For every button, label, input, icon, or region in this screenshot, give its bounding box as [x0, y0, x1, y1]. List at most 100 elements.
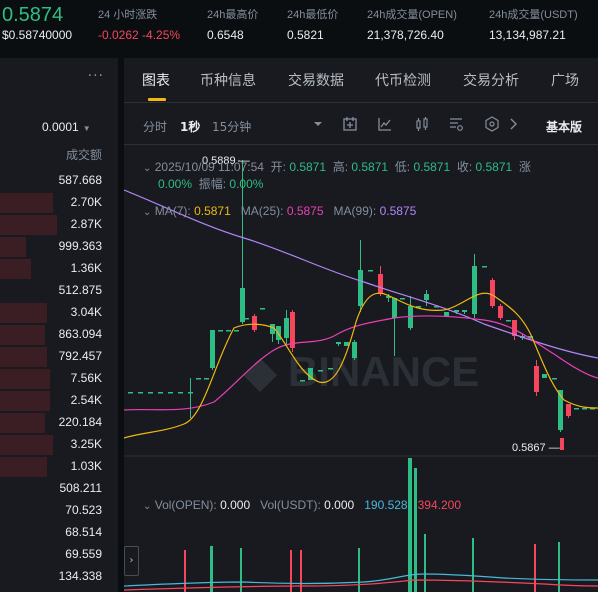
- orderbook-amount: 2.70K: [70, 195, 102, 209]
- orderbook-amount: 2.87K: [70, 217, 102, 231]
- ellipsis-icon[interactable]: ···: [88, 68, 104, 84]
- ma-legend: ⌄ MA(7): 0.5871 MA(25): 0.5875 MA(99): 0…: [143, 204, 416, 218]
- ma99-label: MA(99):: [333, 204, 377, 218]
- chart-panel: 图表 币种信息 交易数据 代币检测 交易分析 广场 分时 1秒 15分钟 基本版…: [124, 58, 598, 592]
- stat-label-low: 24h最低价: [287, 9, 339, 21]
- amplitude-value: 0.00%: [229, 177, 264, 191]
- volume-bar: [210, 546, 213, 592]
- candle-body: [210, 330, 215, 368]
- settings-icon[interactable]: [448, 116, 464, 132]
- ohlc-row-1: ⌄ 2025/10/09 11:07:54 开: 0.5871 高: 0.587…: [143, 158, 531, 175]
- volume-legend: ⌄ Vol(OPEN): 0.000 Vol(USDT): 0.000 190.…: [143, 498, 461, 512]
- interval-15m[interactable]: 15分钟: [212, 118, 251, 135]
- orderbook-amount: 508.211: [59, 481, 103, 495]
- tab-coin-info[interactable]: 币种信息: [200, 70, 256, 90]
- candle-body: [252, 316, 257, 330]
- depth-icon[interactable]: [484, 116, 500, 132]
- orderbook-row[interactable]: 3.04K: [0, 302, 118, 324]
- collapse-icon[interactable]: ⌄: [143, 207, 151, 218]
- candle-body: [424, 294, 429, 300]
- candle-body: [472, 266, 477, 314]
- orderbook-amount: 999.363: [58, 239, 102, 253]
- orderbook-row[interactable]: 2.54K: [0, 390, 118, 412]
- orderbook-amount: 220.184: [58, 415, 102, 429]
- orderbook-row[interactable]: 587.668: [0, 170, 118, 192]
- collapse-icon[interactable]: ⌄: [143, 501, 151, 512]
- collapse-icon[interactable]: ⌄: [143, 163, 151, 174]
- indicator-icon[interactable]: [342, 116, 358, 132]
- orderbook-row[interactable]: 134.338: [0, 566, 118, 588]
- orderbook-row[interactable]: 3.25K: [0, 434, 118, 456]
- high-label: 高:: [332, 160, 349, 174]
- orderbook-amount: 1.03K: [70, 459, 102, 473]
- orderbook-row[interactable]: 2.87K: [0, 214, 118, 236]
- orderbook-row[interactable]: 512.875: [0, 280, 118, 302]
- volume-bar: [414, 468, 417, 592]
- ma99-value: 0.5875: [379, 204, 417, 218]
- orderbook-row[interactable]: 999.363: [0, 236, 118, 258]
- vol-ma-1-value: 190.528: [364, 498, 408, 512]
- orderbook-row[interactable]: 2.70K: [0, 192, 118, 214]
- candle-body: [148, 392, 153, 394]
- candle-body: [560, 438, 564, 450]
- candle-body: [284, 318, 289, 338]
- candle-body: [260, 308, 265, 310]
- orderbook-row[interactable]: 792.457: [0, 346, 118, 368]
- close-label: 收:: [456, 160, 473, 174]
- ma7-label: MA(7):: [154, 204, 191, 218]
- tab-chart[interactable]: 图表: [142, 70, 170, 90]
- depth-bar: [0, 215, 57, 235]
- vol-usdt-label: Vol(USDT):: [260, 498, 321, 512]
- chart-tabs: 图表 币种信息 交易数据 代币检测 交易分析 广场: [124, 58, 598, 102]
- stat-label-volume-usdt: 24h成交量(USDT): [489, 9, 578, 21]
- interval-dropdown-icon[interactable]: [310, 116, 326, 132]
- orderbook-amount: 69.559: [65, 547, 102, 561]
- interval-1s[interactable]: 1秒: [180, 118, 200, 135]
- tab-trade-analysis[interactable]: 交易分析: [463, 70, 519, 90]
- orderbook-row[interactable]: 1.03K: [0, 456, 118, 478]
- orderbook-row[interactable]: 68.514: [0, 522, 118, 544]
- candle-body: [392, 298, 397, 318]
- candle-body: [178, 392, 183, 394]
- drawing-icon[interactable]: [377, 116, 393, 132]
- tab-square[interactable]: 广场: [551, 70, 579, 90]
- view-mode-basic[interactable]: 基本版: [546, 118, 582, 135]
- chart-scroll-left-button[interactable]: ›: [124, 546, 139, 576]
- orderbook-row[interactable]: 863.094: [0, 324, 118, 346]
- orderbook-row[interactable]: 7.56K: [0, 368, 118, 390]
- low-marker-label: 0.5867 —: [512, 442, 560, 454]
- volume-ma2-line: [124, 579, 598, 591]
- depth-bar: [0, 347, 47, 367]
- volume-bar: [358, 548, 360, 592]
- orderbook-amount: 587.668: [58, 173, 102, 187]
- candle-body: [344, 342, 349, 346]
- candle-body: [358, 270, 363, 306]
- amplitude-label: 振幅:: [198, 177, 227, 191]
- candle-body: [498, 306, 503, 318]
- orderbook-row[interactable]: 1.36K: [0, 258, 118, 280]
- change-value: 0.00%: [158, 177, 193, 191]
- candle-body: [482, 266, 487, 268]
- candle-body: [226, 330, 231, 332]
- volume-bar: [534, 544, 536, 592]
- orderbook-row[interactable]: 508.211: [0, 478, 118, 500]
- candle-time: 2025/10/09 11:07:54: [154, 160, 264, 174]
- stat-value-volume-open: 21,378,726.40: [367, 28, 444, 42]
- ohlc-row-2: 0.00% 振幅: 0.00%: [158, 175, 263, 192]
- candle-body: [574, 408, 579, 410]
- candlestick-type-icon[interactable]: [414, 116, 430, 132]
- tab-token-check[interactable]: 代币检测: [375, 70, 431, 90]
- candle-body: [582, 408, 587, 410]
- tick-size-select[interactable]: 0.0001 ▼: [42, 120, 91, 134]
- orderbook-row[interactable]: 220.184: [0, 412, 118, 434]
- orderbook-row[interactable]: 69.559: [0, 544, 118, 566]
- open-value: 0.5871: [289, 160, 327, 174]
- ticker-header: 0.5874 $0.58740000 24 小时涨跌 -0.0262 -4.25…: [0, 0, 598, 48]
- orderbook-amount: 863.094: [58, 327, 102, 341]
- candle-body: [490, 280, 495, 306]
- tab-trade-data[interactable]: 交易数据: [288, 70, 344, 90]
- depth-bar: [0, 369, 50, 389]
- interval-time-share[interactable]: 分时: [143, 118, 167, 135]
- orderbook-row[interactable]: 70.523: [0, 500, 118, 522]
- expand-more-icon[interactable]: [505, 116, 521, 132]
